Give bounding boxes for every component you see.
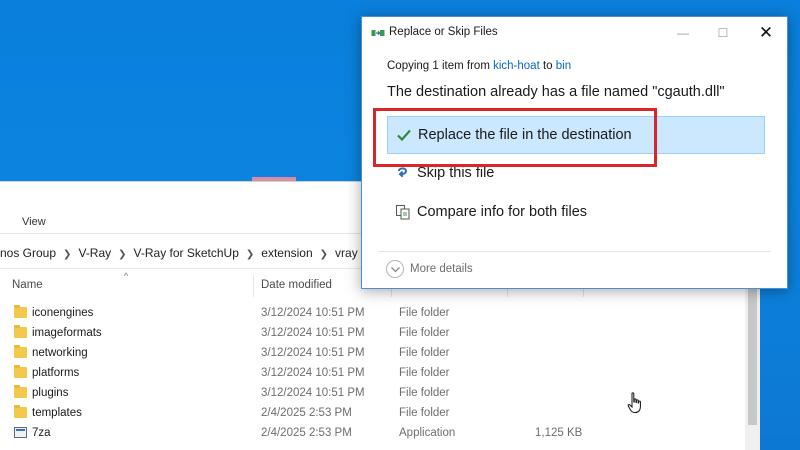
file-type: File folder — [399, 327, 450, 339]
file-date: 3/12/2024 10:51 PM — [261, 367, 365, 379]
file-date: 3/12/2024 10:51 PM — [261, 307, 365, 319]
sort-ascending-icon: ^ — [124, 271, 129, 281]
copy-prefix: Copying 1 item from — [387, 60, 494, 72]
file-name: networking — [32, 347, 88, 359]
compare-option-label: Compare info for both files — [417, 204, 588, 220]
source-folder-link[interactable]: kich-hoat — [493, 60, 540, 72]
file-type: File folder — [399, 307, 450, 319]
folder-icon — [14, 385, 27, 398]
copy-status-text: Copying 1 item from kich-hoat to bin — [387, 60, 571, 72]
vertical-scrollbar[interactable] — [745, 275, 760, 450]
skip-option-label: Skip this file — [417, 165, 495, 181]
file-name: iconengines — [32, 307, 94, 319]
chevron-right-icon: ❯ — [319, 249, 329, 260]
file-type: Application — [399, 427, 456, 439]
list-item[interactable]: networking 3/12/2024 10:51 PM File folde… — [0, 343, 745, 363]
file-name: imageformats — [32, 327, 102, 339]
copy-to-word: to — [539, 60, 556, 72]
dialog-divider — [378, 251, 771, 252]
chevron-right-icon: ❯ — [63, 249, 72, 260]
application-icon — [14, 427, 27, 438]
chevron-right-icon: ❯ — [118, 249, 127, 260]
file-type: File folder — [399, 347, 450, 359]
column-header-name[interactable]: Name — [12, 279, 43, 291]
breadcrumb-item[interactable]: V-Ray for SketchUp — [134, 246, 239, 260]
folder-icon — [14, 405, 27, 418]
skip-arrow-icon — [398, 167, 408, 178]
list-item[interactable]: iconengines 3/12/2024 10:51 PM File fold… — [0, 303, 745, 323]
compare-files-option[interactable]: Compare info for both files — [387, 194, 765, 232]
scrollbar-thumb[interactable] — [748, 275, 757, 425]
breadcrumb: nos Group ❯ V-Ray ❯ V-Ray for SketchUp ❯ exten… — [0, 246, 387, 260]
file-name: 7za — [32, 427, 51, 439]
dialog-titlebar[interactable]: Replace or Skip Files — ☐ ✕ — [362, 17, 787, 48]
list-item[interactable]: 7za 2/4/2025 2:53 PM Application 1,125 K… — [0, 423, 745, 443]
maximize-button[interactable]: ☐ — [706, 21, 740, 45]
compare-documents-icon — [396, 205, 410, 220]
file-type: File folder — [399, 387, 450, 399]
list-item[interactable]: platforms 3/12/2024 10:51 PM File folder — [0, 363, 745, 383]
breadcrumb-item[interactable]: V-Ray — [78, 246, 111, 260]
file-date: 2/4/2025 2:53 PM — [261, 427, 352, 439]
copy-files-icon — [371, 30, 385, 36]
breadcrumb-item[interactable]: vray — [335, 246, 358, 260]
file-date: 3/12/2024 10:51 PM — [261, 347, 365, 359]
file-date: 3/12/2024 10:51 PM — [261, 387, 365, 399]
folder-icon — [14, 325, 27, 338]
ribbon-tab-view[interactable]: View — [22, 216, 46, 228]
file-type: File folder — [399, 407, 450, 419]
folder-icon — [14, 345, 27, 358]
list-item[interactable]: imageformats 3/12/2024 10:51 PM File fol… — [0, 323, 745, 343]
dialog-title: Replace or Skip Files — [389, 26, 498, 38]
file-date: 3/12/2024 10:51 PM — [261, 327, 365, 339]
folder-icon — [14, 305, 27, 318]
column-header-date[interactable]: Date modified — [261, 279, 332, 291]
breadcrumb-item[interactable]: extension — [261, 246, 312, 260]
more-details-label: More details — [410, 263, 473, 275]
hand-pointer-icon — [627, 392, 641, 413]
column-divider[interactable] — [253, 275, 254, 297]
folder-icon — [14, 365, 27, 378]
file-type: File folder — [399, 367, 450, 379]
file-name: platforms — [32, 367, 80, 379]
destination-folder-link[interactable]: bin — [556, 60, 571, 72]
chevron-right-icon: ❯ — [245, 249, 255, 260]
minimize-button[interactable]: — — [666, 21, 700, 45]
file-name: templates — [32, 407, 82, 419]
breadcrumb-item[interactable]: nos Group — [0, 246, 56, 260]
file-date: 2/4/2025 2:53 PM — [261, 407, 352, 419]
close-button[interactable]: ✕ — [749, 21, 783, 45]
file-size: 1,125 KB — [535, 427, 583, 439]
chevron-down-icon — [386, 260, 404, 278]
destination-message: The destination already has a file named… — [387, 84, 725, 100]
annotation-highlight-box — [373, 108, 657, 167]
file-name: plugins — [32, 387, 69, 399]
